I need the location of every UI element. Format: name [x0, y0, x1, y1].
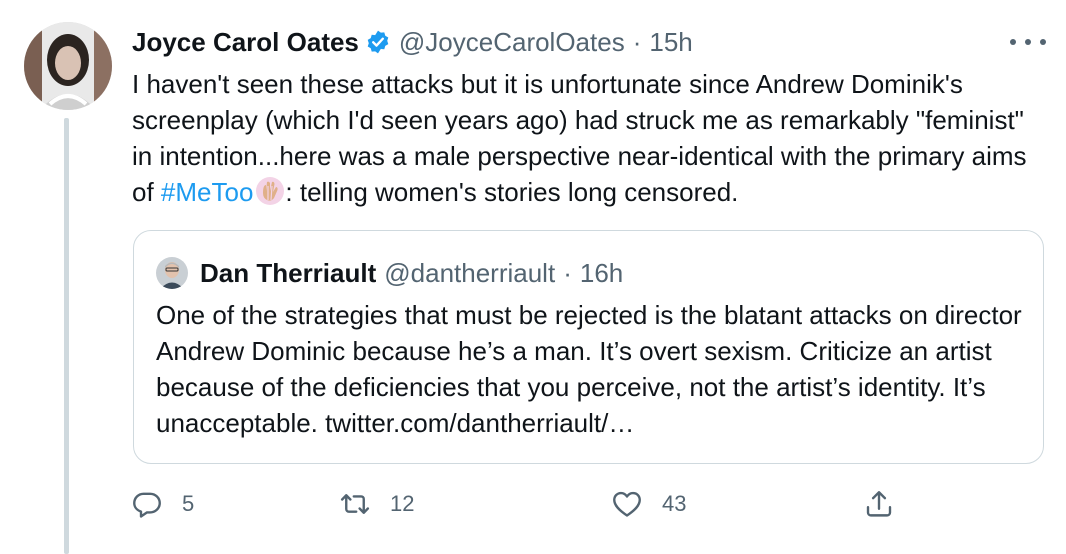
quoted-tweet-header: Dan Therriault @dantherriault · 16h: [156, 255, 623, 291]
reply-count: 5: [182, 491, 195, 516]
more-dot: [1025, 39, 1031, 45]
author-display-name[interactable]: Joyce Carol Oates: [132, 27, 359, 58]
retweet-icon: [340, 494, 370, 514]
verified-icon: [367, 30, 389, 54]
quoted-author-avatar: [156, 257, 188, 289]
quoted-author-avatar-image: [156, 257, 188, 289]
thread-line: [64, 118, 69, 554]
share-button[interactable]: [864, 484, 914, 524]
like-button[interactable]: 43: [612, 484, 686, 524]
quoted-author-handle: @dantherriault: [384, 257, 556, 288]
more-dot: [1010, 39, 1016, 45]
reply-button[interactable]: 5: [132, 484, 194, 524]
tweet-timestamp[interactable]: 15h: [649, 27, 692, 58]
more-dot: [1040, 39, 1046, 45]
quoted-separator-dot: ·: [563, 257, 572, 288]
author-avatar[interactable]: [24, 22, 112, 110]
quoted-author-display-name: Dan Therriault: [200, 257, 377, 288]
quoted-tweet-timestamp: 16h: [579, 257, 624, 288]
author-handle[interactable]: @JoyceCarolOates: [399, 27, 625, 58]
tweet-actions: 5 12 43: [132, 484, 1046, 524]
more-icon[interactable]: [1010, 30, 1046, 54]
raised-hand-emoji-icon: [256, 177, 285, 205]
quoted-tweet-card[interactable]: Dan Therriault @dantherriault · 16h One …: [133, 230, 1044, 464]
retweet-button[interactable]: 12: [340, 484, 414, 524]
retweet-count: 12: [390, 491, 415, 516]
like-count: 43: [662, 491, 687, 516]
tweet-text-tail: : telling women's stories long censored.: [285, 177, 739, 207]
quoted-tweet-text: One of the strategies that must be rejec…: [156, 300, 1022, 438]
tweet-text: I haven't seen these attacks but it is u…: [132, 66, 1044, 210]
hashtag-link[interactable]: #MeToo: [161, 177, 254, 207]
tweet[interactable]: Joyce Carol Oates @JoyceCarolOates · 15h…: [0, 0, 1066, 554]
separator-dot: ·: [632, 26, 642, 57]
share-icon: [866, 491, 892, 517]
author-avatar-image: [24, 22, 112, 110]
reply-icon: [133, 492, 161, 518]
like-icon: [613, 491, 641, 517]
tweet-header: Joyce Carol Oates @JoyceCarolOates · 15h: [132, 24, 693, 60]
